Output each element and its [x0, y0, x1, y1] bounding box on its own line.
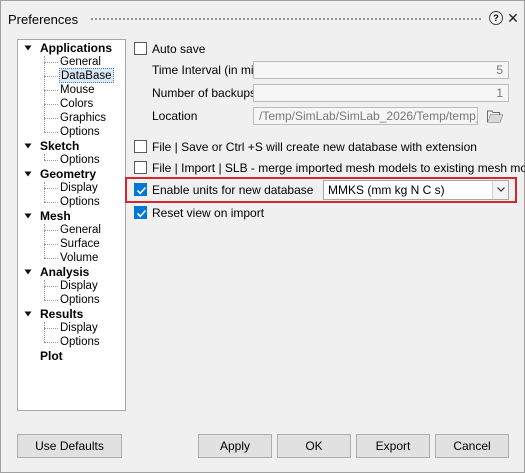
- tree-item-options[interactable]: Options: [60, 335, 100, 349]
- reset-view-checkbox[interactable]: [134, 206, 147, 219]
- auto-save-label: Auto save: [152, 42, 206, 56]
- reset-view-label: Reset view on import: [152, 206, 265, 220]
- tree-line: [44, 230, 58, 231]
- location-label: Location: [152, 109, 198, 123]
- tree-line: [44, 62, 58, 63]
- use-defaults-button[interactable]: Use Defaults: [17, 434, 122, 458]
- tree-item-general[interactable]: General: [60, 55, 101, 69]
- tree-item-general[interactable]: General: [60, 223, 101, 237]
- tree-line: [44, 56, 45, 132]
- num-backups-field[interactable]: 1: [253, 84, 509, 102]
- num-backups-label: Number of backups: [152, 86, 257, 100]
- export-button[interactable]: Export: [356, 434, 430, 458]
- caret-down-icon[interactable]: [24, 213, 32, 219]
- caret-down-icon[interactable]: [24, 269, 32, 275]
- tree-item-plot[interactable]: Plot: [40, 349, 63, 363]
- tree-item-results[interactable]: Results: [40, 307, 83, 321]
- tree-item-options[interactable]: Options: [60, 293, 100, 307]
- tree-line: [44, 160, 58, 161]
- tree-line: [44, 286, 58, 287]
- tree-item-options[interactable]: Options: [60, 125, 100, 139]
- save-new-db-checkbox[interactable]: [134, 140, 147, 153]
- tree-line: [44, 328, 58, 329]
- help-icon[interactable]: ?: [489, 11, 503, 25]
- tree-line: [44, 322, 45, 342]
- tree-item-applications[interactable]: Applications: [40, 41, 112, 55]
- tree-line: [44, 258, 58, 259]
- import-slb-checkbox[interactable]: [134, 161, 147, 174]
- tree-item-colors[interactable]: Colors: [60, 97, 93, 111]
- tree-line: [44, 300, 58, 301]
- tree-item-volume[interactable]: Volume: [60, 251, 98, 265]
- tree-item-mouse[interactable]: Mouse: [60, 83, 95, 97]
- enable-units-checkbox[interactable]: [134, 183, 147, 196]
- time-interval-label: Time Interval (in min): [152, 63, 265, 77]
- caret-down-icon[interactable]: [24, 143, 32, 149]
- tree-line: [44, 244, 58, 245]
- tree-item-surface[interactable]: Surface: [60, 237, 100, 251]
- tree-item-mesh[interactable]: Mesh: [40, 209, 71, 223]
- enable-units-label: Enable units for new database: [152, 183, 314, 197]
- tree-item-sketch[interactable]: Sketch: [40, 139, 79, 153]
- units-select-value: MMKS (mm kg N C s): [328, 183, 445, 197]
- caret-down-icon[interactable]: [24, 45, 32, 51]
- tree-line: [44, 90, 58, 91]
- preferences-dialog: Preferences ? ✕ Applications General Dat…: [0, 0, 525, 473]
- title-bar-grip[interactable]: [90, 17, 482, 22]
- tree-item-geometry[interactable]: Geometry: [40, 167, 96, 181]
- tree-item-options[interactable]: Options: [60, 195, 100, 209]
- ok-button[interactable]: OK: [277, 434, 351, 458]
- tree-item-graphics[interactable]: Graphics: [60, 111, 106, 125]
- save-new-db-label: File | Save or Ctrl +S will create new d…: [152, 140, 477, 154]
- chevron-down-icon[interactable]: [492, 181, 508, 199]
- caret-down-icon[interactable]: [24, 171, 32, 177]
- tree-line: [44, 188, 58, 189]
- tree-item-database[interactable]: DataBase: [59, 68, 114, 83]
- tree-line: [44, 280, 45, 300]
- caret-down-icon[interactable]: [24, 311, 32, 317]
- auto-save-checkbox[interactable]: [134, 42, 147, 55]
- import-slb-label: File | Import | SLB - merge imported mes…: [152, 161, 525, 175]
- tree-line: [44, 182, 45, 202]
- tree-item-display[interactable]: Display: [60, 181, 98, 195]
- tree-line: [44, 104, 58, 105]
- tree-line: [44, 76, 58, 77]
- cancel-button[interactable]: Cancel: [435, 434, 509, 458]
- apply-button[interactable]: Apply: [198, 434, 272, 458]
- location-field[interactable]: /Temp/SimLab/SimLab_2026/Temp/temp_12: [253, 107, 478, 125]
- time-interval-field[interactable]: 5: [253, 61, 509, 79]
- tree-item-display[interactable]: Display: [60, 279, 98, 293]
- tree-line: [44, 202, 58, 203]
- tree-line: [44, 132, 58, 133]
- units-select[interactable]: MMKS (mm kg N C s): [323, 180, 509, 200]
- tree-item-options[interactable]: Options: [60, 153, 100, 167]
- close-icon[interactable]: ✕: [506, 11, 520, 25]
- preferences-tree[interactable]: Applications General DataBase Mouse Colo…: [17, 39, 126, 411]
- title-bar[interactable]: Preferences ? ✕: [1, 1, 524, 37]
- window-title: Preferences: [8, 12, 79, 27]
- tree-line: [44, 342, 58, 343]
- tree-item-analysis[interactable]: Analysis: [40, 265, 89, 279]
- folder-open-icon[interactable]: [487, 110, 504, 123]
- tree-line: [44, 118, 58, 119]
- tree-item-display[interactable]: Display: [60, 321, 98, 335]
